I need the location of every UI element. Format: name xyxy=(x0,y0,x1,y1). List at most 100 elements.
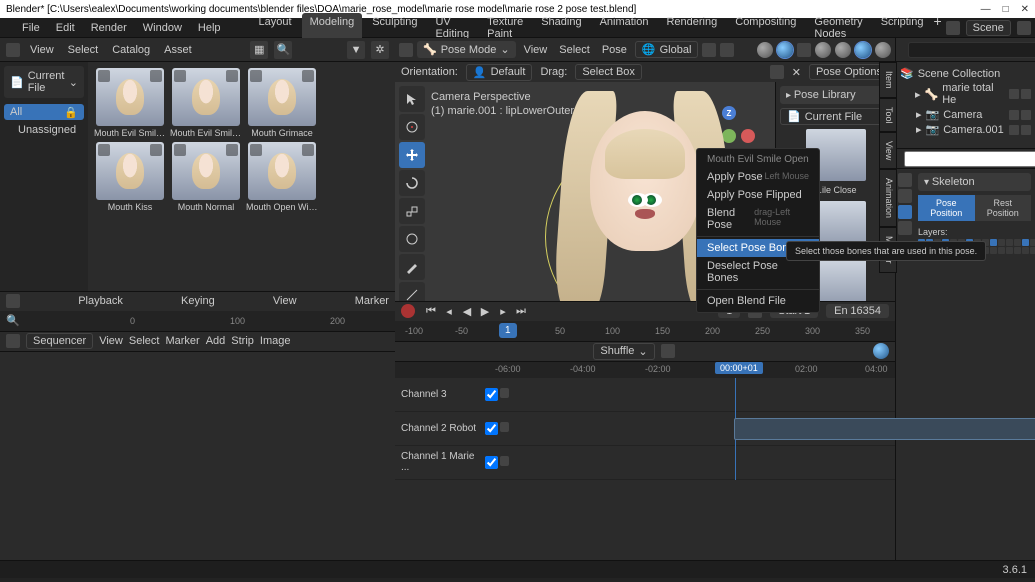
asset-menu-asset[interactable]: Asset xyxy=(160,42,196,58)
shading-wireframe-icon[interactable] xyxy=(815,42,831,58)
channel-mute[interactable] xyxy=(485,456,498,469)
asset-item[interactable]: Mouth Open Wide xyxy=(246,142,318,212)
asset-menu-catalog[interactable]: Catalog xyxy=(108,42,154,58)
keyframe-next-icon[interactable]: ▸ xyxy=(495,304,511,318)
current-file-selector[interactable]: 📄 Current File ⌄ xyxy=(4,66,84,98)
sidetab-animation[interactable]: Animation xyxy=(879,169,897,227)
edit-icon[interactable] xyxy=(226,144,238,156)
outliner-search[interactable] xyxy=(908,42,1035,58)
axis-x-icon[interactable] xyxy=(741,129,755,143)
layer-cell[interactable] xyxy=(998,239,1005,246)
outliner-row[interactable]: 📚Scene Collection xyxy=(900,66,1031,81)
snap-icon[interactable] xyxy=(702,43,716,57)
layer-cell[interactable] xyxy=(1014,247,1021,254)
menu-blend-pose[interactable]: Blend Posedrag-Left Mouse xyxy=(697,204,819,234)
settings-icon[interactable]: ✲ xyxy=(371,41,389,59)
timeline-view[interactable]: View xyxy=(273,295,297,307)
outliner-row[interactable]: ▸📷Camera.001 xyxy=(900,122,1031,137)
3d-viewport[interactable]: ✕ Camera Perspective (1) marie.001 : lip… xyxy=(395,82,895,301)
vp-view[interactable]: View xyxy=(520,42,552,58)
search-icon[interactable]: 🔍 xyxy=(6,314,20,327)
tool-cursor[interactable] xyxy=(399,114,425,140)
render-icon[interactable] xyxy=(1021,110,1031,120)
layer-cell[interactable] xyxy=(1030,247,1035,254)
timeline-playback[interactable]: Playback xyxy=(78,295,123,307)
keyframe-prev-icon[interactable]: ◂ xyxy=(441,304,457,318)
seq-ruler[interactable]: -06:00 -04:00 -02:00 00:00+01 02:00 04:0… xyxy=(395,362,895,378)
proportional-icon[interactable] xyxy=(720,43,734,57)
asset-item[interactable]: Mouth Evil Smile ... xyxy=(94,68,166,138)
menu-edit[interactable]: Edit xyxy=(50,20,81,36)
pose-source[interactable]: 📄Current File xyxy=(780,108,891,125)
seq-marker[interactable]: Marker xyxy=(165,335,199,347)
outliner-row[interactable]: ▸📷Camera xyxy=(900,107,1031,122)
search-icon[interactable]: 🔍 xyxy=(274,41,292,59)
menu-apply-pose[interactable]: Apply PoseLeft Mouse xyxy=(697,168,819,186)
menu-open-blend-file[interactable]: Open Blend File xyxy=(697,292,819,310)
asset-menu-view[interactable]: View xyxy=(26,42,58,58)
shading-material-icon[interactable] xyxy=(855,42,871,58)
prop-tab-armature[interactable] xyxy=(898,205,912,219)
lock-icon[interactable] xyxy=(500,456,509,466)
asset-item[interactable]: Mouth Normal xyxy=(170,142,242,212)
shading-solid-icon[interactable] xyxy=(835,42,851,58)
seq-select[interactable]: Select xyxy=(129,335,160,347)
edit-icon[interactable] xyxy=(226,70,238,82)
lock-icon[interactable] xyxy=(500,422,509,432)
mode-selector[interactable]: 🦴 Pose Mode ⌄ xyxy=(417,41,516,58)
skeleton-panel-header[interactable]: ▾ Skeleton xyxy=(918,173,1031,191)
sidetab-view[interactable]: View xyxy=(879,132,897,169)
visibility-icon[interactable] xyxy=(1009,110,1019,120)
overlay-toggle-icon[interactable] xyxy=(777,42,793,58)
jump-end-icon[interactable]: ⏭ xyxy=(513,304,529,318)
channel-mute[interactable] xyxy=(485,388,498,401)
edit-icon[interactable] xyxy=(302,70,314,82)
end-frame[interactable]: En 16354 xyxy=(826,304,889,318)
viewport-editor-icon[interactable] xyxy=(399,43,413,57)
layer-cell[interactable] xyxy=(1006,239,1013,246)
pose-options[interactable]: Pose Options xyxy=(809,64,889,80)
tool-measure[interactable] xyxy=(399,282,425,301)
pose-position-button[interactable]: Pose Position xyxy=(918,195,975,221)
seq-strip[interactable]: Strip xyxy=(231,335,254,347)
tool-move[interactable] xyxy=(399,142,425,168)
edit-icon[interactable] xyxy=(150,144,162,156)
menu-deselect-pose-bones[interactable]: Deselect Pose Bones xyxy=(697,257,819,287)
tool-scale[interactable] xyxy=(399,198,425,224)
timeline-editor-icon[interactable] xyxy=(6,294,20,308)
seq-playhead[interactable]: 00:00+01 xyxy=(715,362,763,374)
category-all[interactable]: All 🔒 xyxy=(4,104,84,120)
outliner[interactable]: 📚Scene Collection ▸🦴marie total He ▸📷Cam… xyxy=(896,62,1035,148)
menu-help[interactable]: Help xyxy=(192,20,227,36)
menu-render[interactable]: Render xyxy=(85,20,133,36)
visibility-icon[interactable] xyxy=(1009,125,1019,135)
category-unassigned[interactable]: Unassigned xyxy=(4,122,84,138)
timeline-ruler[interactable]: 🔍 0 100 200 xyxy=(0,311,395,331)
layer-cell[interactable] xyxy=(998,247,1005,254)
asset-item[interactable]: Mouth Evil Smile ... xyxy=(170,68,242,138)
asset-item[interactable]: Mouth Kiss xyxy=(94,142,166,212)
close-icon[interactable]: ✕ xyxy=(1021,4,1029,15)
display-icon[interactable]: ▦ xyxy=(250,41,268,59)
xray-icon[interactable] xyxy=(797,43,811,57)
outliner-row[interactable]: ▸🦴marie total He xyxy=(900,81,1031,107)
overlap-mode[interactable]: Shuffle ⌄ xyxy=(593,343,654,360)
jump-start-icon[interactable]: ⏮ xyxy=(423,304,439,318)
tool-transform[interactable] xyxy=(399,226,425,252)
play-reverse-icon[interactable]: ◀ xyxy=(459,304,475,318)
gizmo-toggle-icon[interactable] xyxy=(757,42,773,58)
render-icon[interactable] xyxy=(1021,89,1031,99)
timeline-keying[interactable]: Keying xyxy=(181,295,215,307)
tool-rotate[interactable] xyxy=(399,170,425,196)
drag-selector[interactable]: Select Box xyxy=(575,64,642,80)
tool-annotate[interactable] xyxy=(399,254,425,280)
layer-cell[interactable] xyxy=(1030,239,1035,246)
auto-key-icon[interactable] xyxy=(401,304,415,318)
tool-orientation[interactable]: 👤Default xyxy=(466,64,533,81)
seq-image[interactable]: Image xyxy=(260,335,291,347)
frame-ruler[interactable]: -100 -50 1 50 100 150 200 250 300 350 xyxy=(395,321,895,341)
sidetab-tool[interactable]: Tool xyxy=(879,98,897,133)
orientation-selector[interactable]: 🌐 Global xyxy=(635,41,699,58)
layer-cell[interactable] xyxy=(990,239,997,246)
snap-seq-icon[interactable] xyxy=(661,344,675,358)
